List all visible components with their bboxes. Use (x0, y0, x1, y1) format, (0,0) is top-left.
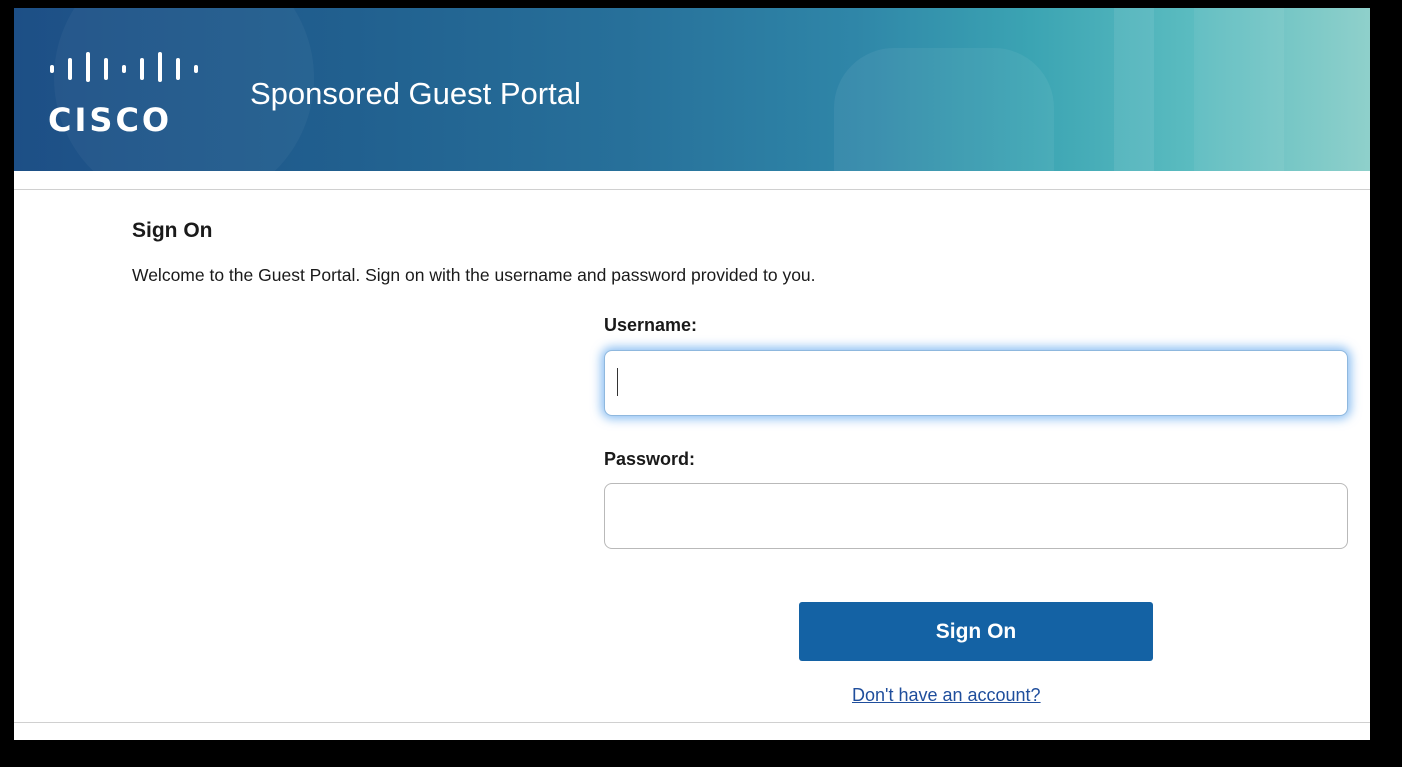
sign-on-heading: Sign On (132, 219, 213, 242)
welcome-message: Welcome to the Guest Portal. Sign on wit… (132, 265, 816, 285)
portal-title: Sponsored Guest Portal (250, 76, 581, 111)
text-cursor (617, 368, 618, 396)
password-input[interactable] (604, 483, 1348, 549)
username-input[interactable] (604, 350, 1348, 416)
create-account-link[interactable]: Don't have an account? (852, 686, 1041, 704)
cisco-logo: CISCO (44, 52, 204, 142)
cisco-logo-icon (50, 52, 198, 82)
username-label: Username: (604, 315, 698, 335)
header-divider (14, 189, 1370, 190)
screen-frame: ━━ ━ ━━ ━━ ━━━━━ ━━ ━ ━━ ━━━━━ (0, 0, 1402, 767)
sign-on-button[interactable]: Sign On (799, 602, 1153, 661)
footer-divider (14, 722, 1370, 723)
password-label: Password: (604, 449, 696, 469)
guest-portal-page: CISCO Sponsored Guest Portal Sign On Wel… (14, 8, 1370, 740)
portal-header-banner: CISCO Sponsored Guest Portal (14, 8, 1370, 171)
cisco-logo-text: CISCO (48, 101, 173, 139)
cropped-top-strip: ━━ ━ ━━ ━━ ━━━━━ ━━ ━ ━━ ━━━━━ (0, 0, 1402, 8)
